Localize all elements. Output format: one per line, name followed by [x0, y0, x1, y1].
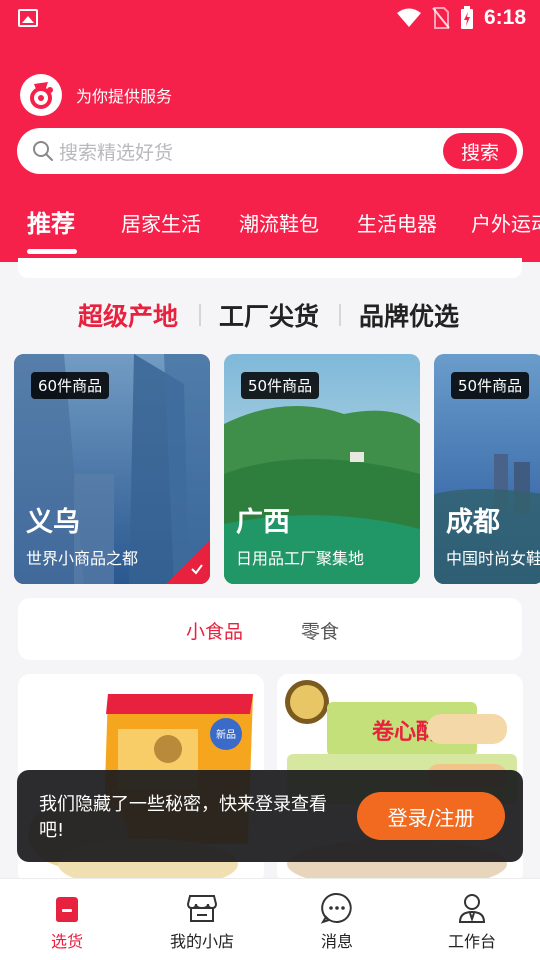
region-card-yiwu[interactable]: 60件商品 义乌 世界小商品之都	[14, 354, 210, 584]
region-name: 义乌	[26, 507, 80, 538]
section-tab-origin[interactable]: 超级产地	[78, 297, 178, 333]
region-card-chengdu[interactable]: 50件商品 成都 中国时尚女鞋	[434, 354, 540, 584]
message-icon	[320, 892, 352, 924]
item-count-badge: 60件商品	[31, 372, 110, 399]
search-bar[interactable]: 搜索精选好货 搜索	[17, 128, 523, 174]
wifi-icon	[396, 8, 421, 27]
search-input[interactable]: 搜索精选好货	[59, 138, 443, 165]
tab-outdoor[interactable]: 户外运动	[471, 208, 540, 237]
sub-tab-snacks[interactable]: 零食	[301, 617, 339, 644]
sub-category-tabs: 小食品 零食	[18, 598, 522, 660]
battery-charging-icon	[460, 6, 473, 29]
header: 6:18 为你提供服务 搜索精选好货 搜索 推荐 居家生活 潮流鞋包 生活电器 …	[0, 0, 540, 262]
active-tab-indicator	[27, 249, 77, 254]
brand-tagline: 为你提供服务	[76, 87, 173, 106]
section-tabs: 超级产地 工厂尖货 品牌优选	[0, 294, 540, 334]
item-count-badge: 50件商品	[451, 372, 530, 399]
tab-appliances[interactable]: 生活电器	[357, 208, 437, 237]
section-tab-factory[interactable]: 工厂尖货	[219, 297, 319, 333]
toast-message: 我们隐藏了一些秘密，快来登录查看吧!	[39, 794, 327, 841]
workbench-icon	[458, 894, 486, 923]
nav-messages[interactable]: 消息	[282, 891, 392, 952]
login-register-button[interactable]: 登录/注册	[357, 792, 505, 840]
package-label: 新品	[216, 728, 236, 741]
region-card-guangxi[interactable]: 50件商品 广西 日用品工厂聚集地	[224, 354, 420, 584]
shop-bag-icon	[56, 897, 78, 922]
nav-label: 我的小店	[169, 932, 234, 951]
category-tabs: 推荐 居家生活 潮流鞋包 生活电器 户外运动	[0, 198, 540, 258]
tab-home-living[interactable]: 居家生活	[121, 208, 201, 237]
section-divider	[339, 304, 341, 326]
section-tab-brand[interactable]: 品牌优选	[359, 297, 459, 333]
login-prompt-toast: 我们隐藏了一些秘密，快来登录查看吧! 登录/注册	[17, 770, 523, 862]
gallery-notification-icon	[18, 9, 38, 27]
region-description: 日用品工厂聚集地	[236, 549, 365, 568]
no-sim-icon	[432, 7, 450, 29]
nav-label: 工作台	[447, 932, 496, 951]
bottom-navigation: 选货 我的小店 消息 工作台	[0, 878, 540, 960]
nav-my-store[interactable]: 我的小店	[147, 891, 257, 952]
tab-fashion-bags[interactable]: 潮流鞋包	[239, 208, 319, 237]
nav-label: 消息	[320, 932, 353, 951]
region-description: 世界小商品之都	[26, 549, 139, 568]
region-name: 成都	[446, 507, 500, 538]
nav-workbench[interactable]: 工作台	[417, 891, 527, 952]
nav-label: 选货	[50, 932, 83, 951]
status-bar: 6:18	[0, 0, 540, 38]
search-button[interactable]: 搜索	[443, 133, 517, 169]
tab-recommend[interactable]: 推荐	[27, 204, 75, 239]
nav-select-goods[interactable]: 选货	[12, 891, 122, 952]
clock: 6:18	[483, 6, 526, 29]
region-name: 广西	[236, 507, 290, 538]
sub-tab-snacks-small[interactable]: 小食品	[186, 617, 243, 644]
section-divider	[199, 304, 201, 326]
app-logo	[20, 74, 62, 116]
item-count-badge: 50件商品	[241, 372, 320, 399]
search-icon	[33, 141, 53, 161]
store-icon	[186, 895, 218, 922]
region-description: 中国时尚女鞋	[446, 549, 540, 568]
check-icon	[191, 564, 203, 575]
banner-card-edge	[18, 258, 522, 278]
